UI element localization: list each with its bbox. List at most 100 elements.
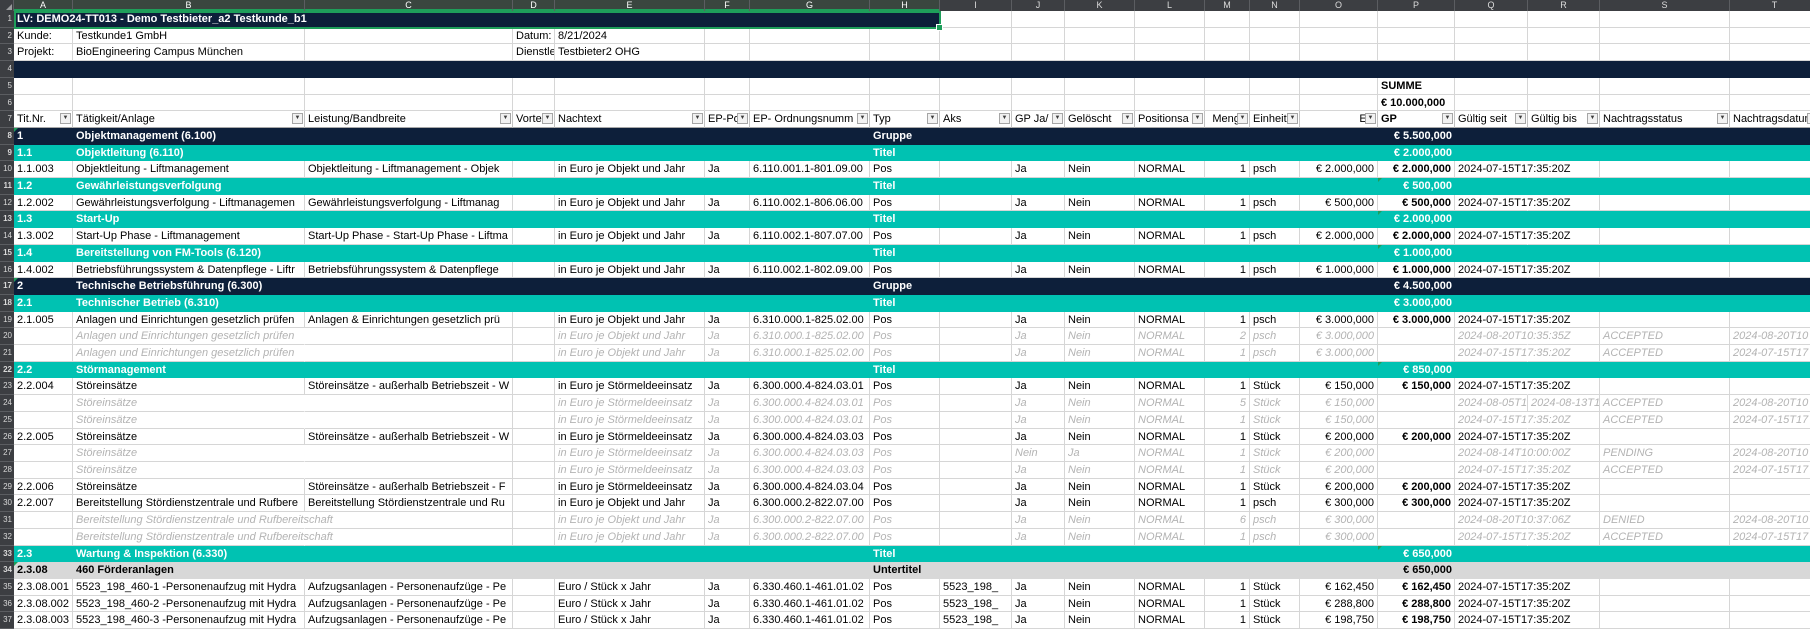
cell-P5[interactable]: SUMME xyxy=(1378,78,1455,95)
cell-J11[interactable] xyxy=(1012,178,1065,195)
cell-F16[interactable]: Ja xyxy=(705,262,750,279)
cell-O37[interactable]: € 198,750 xyxy=(1300,612,1378,629)
cell-M26[interactable]: 1 xyxy=(1205,429,1250,446)
cell-R13[interactable] xyxy=(1528,211,1600,228)
column-header-G[interactable]: G xyxy=(750,0,870,11)
cell-M20[interactable]: 2 xyxy=(1205,328,1250,345)
cell-G2[interactable] xyxy=(750,28,870,45)
column-header-T[interactable]: T xyxy=(1730,0,1810,11)
cell-A29[interactable]: 2.2.006 xyxy=(14,479,73,496)
row-header-23[interactable]: 23 xyxy=(0,378,14,395)
cell-C15[interactable] xyxy=(305,245,513,262)
cell-G37[interactable]: 6.330.460.1-461.01.02 xyxy=(750,612,870,629)
cell-M6[interactable] xyxy=(1205,95,1250,112)
cell-J9[interactable] xyxy=(1012,145,1065,162)
cell-C21[interactable] xyxy=(305,345,513,362)
cell-Q8[interactable] xyxy=(1455,128,1528,145)
cell-K14[interactable]: Nein xyxy=(1065,228,1135,245)
cell-G35[interactable]: 6.330.460.1-461.01.02 xyxy=(750,579,870,596)
cell-M18[interactable] xyxy=(1205,295,1250,312)
cell-R2[interactable] xyxy=(1528,28,1600,45)
cell-C17[interactable] xyxy=(305,278,513,295)
cell-C10[interactable]: Objektleitung - Liftmanagement - Objek xyxy=(305,161,513,178)
cell-L19[interactable]: NORMAL xyxy=(1135,312,1205,329)
cell-F35[interactable]: Ja xyxy=(705,579,750,596)
cell-S34[interactable] xyxy=(1600,562,1730,579)
cell-G17[interactable] xyxy=(750,278,870,295)
cell-D35[interactable] xyxy=(513,579,555,596)
cell-R1[interactable] xyxy=(1528,11,1600,28)
cell-C16[interactable]: Betriebsführungssystem & Datenpflege xyxy=(305,262,513,279)
cell-P1[interactable] xyxy=(1378,11,1455,28)
cell-C24[interactable] xyxy=(305,395,513,412)
cell-H11[interactable]: Titel xyxy=(870,178,940,195)
cell-R17[interactable] xyxy=(1528,278,1600,295)
cell-P8[interactable]: € 5.500,000 xyxy=(1378,128,1455,145)
cell-B13[interactable]: Start-Up xyxy=(73,211,305,228)
cell-G32[interactable]: 6.300.000.2-822.07.00 xyxy=(750,529,870,546)
cell-G31[interactable]: 6.300.000.2-822.07.00 xyxy=(750,512,870,529)
cell-G9[interactable] xyxy=(750,145,870,162)
cell-N22[interactable] xyxy=(1250,362,1300,379)
cell-K6[interactable] xyxy=(1065,95,1135,112)
cell-E31[interactable]: in Euro je Objekt und Jahr xyxy=(555,512,705,529)
cell-I16[interactable] xyxy=(940,262,1012,279)
cell-K23[interactable]: Nein xyxy=(1065,378,1135,395)
row-header-33[interactable]: 33 xyxy=(0,546,14,563)
cell-G36[interactable]: 6.330.460.1-461.01.02 xyxy=(750,596,870,613)
cell-D3[interactable]: Dienstleist xyxy=(513,44,555,61)
cell-A21[interactable] xyxy=(14,345,73,362)
cell-L8[interactable] xyxy=(1135,128,1205,145)
cell-B5[interactable] xyxy=(73,78,305,95)
cell-E30[interactable]: in Euro je Objekt und Jahr xyxy=(555,495,705,512)
cell-P25[interactable] xyxy=(1378,412,1455,429)
cell-O9[interactable] xyxy=(1300,145,1378,162)
cell-L30[interactable]: NORMAL xyxy=(1135,495,1205,512)
cell-J36[interactable]: Ja xyxy=(1012,596,1065,613)
cell-J22[interactable] xyxy=(1012,362,1065,379)
cell-J34[interactable] xyxy=(1012,562,1065,579)
cell-M13[interactable] xyxy=(1205,211,1250,228)
cell-S29[interactable] xyxy=(1600,479,1730,496)
cell-G28[interactable]: 6.300.000.4-824.03.03 xyxy=(750,462,870,479)
cell-G3[interactable] xyxy=(750,44,870,61)
cell-F28[interactable]: Ja xyxy=(705,462,750,479)
cell-T31[interactable]: 2024-08-20T10 xyxy=(1730,512,1810,529)
cell-K19[interactable]: Nein xyxy=(1065,312,1135,329)
cell-C20[interactable] xyxy=(305,328,513,345)
cell-Q28[interactable]: 2024-07-15T17:35:20Z xyxy=(1455,462,1528,479)
cell-L37[interactable]: NORMAL xyxy=(1135,612,1205,629)
column-header-N[interactable]: N xyxy=(1250,0,1300,11)
cell-P3[interactable] xyxy=(1378,44,1455,61)
cell-T33[interactable] xyxy=(1730,546,1810,563)
row-header-20[interactable]: 20 xyxy=(0,328,14,345)
cell-A11[interactable]: 1.2 xyxy=(14,178,73,195)
cell-F2[interactable] xyxy=(705,28,750,45)
cell-P33[interactable]: € 650,000 xyxy=(1378,546,1455,563)
cell-O32[interactable]: € 300,000 xyxy=(1300,529,1378,546)
cell-P35[interactable]: € 162,450 xyxy=(1378,579,1455,596)
cell-E21[interactable]: in Euro je Objekt und Jahr xyxy=(555,345,705,362)
cell-Q20[interactable]: 2024-08-20T10:35:35Z xyxy=(1455,328,1528,345)
cell-M33[interactable] xyxy=(1205,546,1250,563)
cell-O18[interactable] xyxy=(1300,295,1378,312)
cell-D25[interactable] xyxy=(513,412,555,429)
cell-A24[interactable] xyxy=(14,395,73,412)
cell-N1[interactable] xyxy=(1250,11,1300,28)
cell-L13[interactable] xyxy=(1135,211,1205,228)
cell-I9[interactable] xyxy=(940,145,1012,162)
row-header-9[interactable]: 9 xyxy=(0,145,14,162)
cell-I25[interactable] xyxy=(940,412,1012,429)
cell-B34[interactable]: 460 Förderanlagen xyxy=(73,562,305,579)
cell-J10[interactable]: Ja xyxy=(1012,161,1065,178)
cell-M11[interactable] xyxy=(1205,178,1250,195)
cell-F23[interactable]: Ja xyxy=(705,378,750,395)
cell-K8[interactable] xyxy=(1065,128,1135,145)
cell-H27[interactable]: Pos xyxy=(870,445,940,462)
cell-G23[interactable]: 6.300.000.4-824.03.01 xyxy=(750,378,870,395)
cell-O13[interactable] xyxy=(1300,211,1378,228)
cell-I30[interactable] xyxy=(940,495,1012,512)
cell-P9[interactable]: € 2.000,000 xyxy=(1378,145,1455,162)
cell-I20[interactable] xyxy=(940,328,1012,345)
cell-S37[interactable] xyxy=(1600,612,1730,629)
